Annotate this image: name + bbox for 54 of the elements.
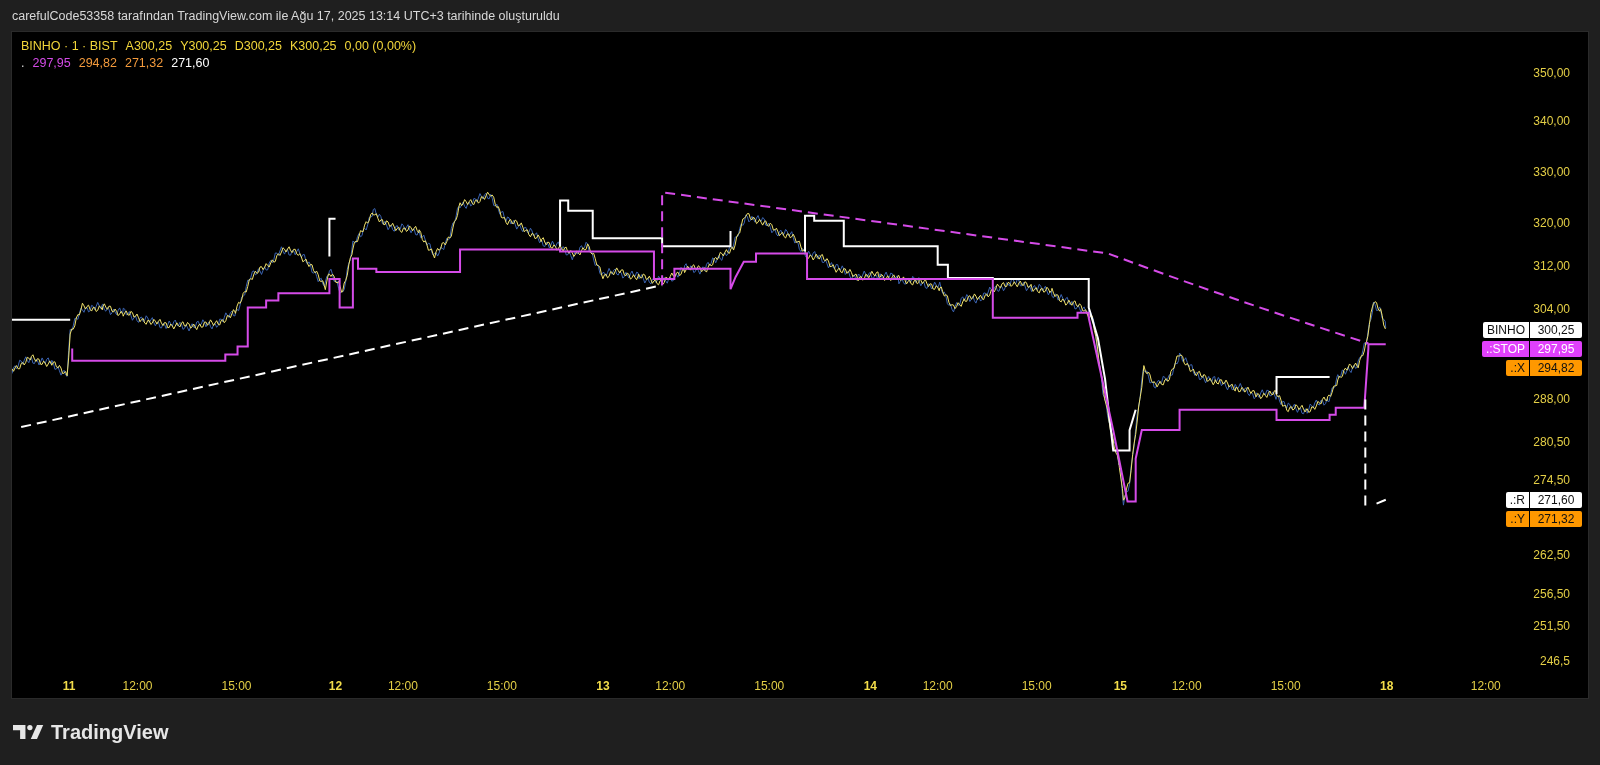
time-tick: 12:00 [655,678,686,693]
price-tick: 330,00 [1533,164,1570,179]
price-tick: 320,00 [1533,215,1570,230]
series-name-tag: .:Y [1506,510,1529,527]
price-tick: 246,5 [1539,653,1570,668]
series-name-tag: .:R [1505,491,1529,508]
time-tick: 15:00 [486,678,517,693]
price-tick: 274,50 [1533,473,1570,488]
time-tick: 12:00 [122,678,153,693]
price-tick: 280,50 [1533,435,1570,450]
price-tick: 262,50 [1533,547,1570,562]
price-tag: 297,95 [1530,341,1582,358]
price-tick: 350,00 [1533,65,1570,80]
logo-icon [13,723,45,741]
ohlc-value: D300,25 [234,39,282,53]
time-tick: 12 [328,678,343,693]
logo-wordmark: TradingView [51,720,169,744]
time-tick: 15:00 [1270,678,1301,693]
time-tick: 18 [1380,678,1394,693]
price-tick: 251,50 [1533,619,1570,634]
time-tick: 15:00 [221,678,252,693]
ohlc-value: 0,00 (0,00%) [344,39,417,53]
price-tag: 300,25 [1530,322,1582,339]
time-tick: 15 [1113,678,1128,693]
time-tick: 12:00 [387,678,418,693]
time-tick: 15:00 [1021,678,1052,693]
time-tick: 13 [596,678,610,693]
price-tick: 304,00 [1533,301,1570,316]
symbol-title: BINHO · 1 · BIST [21,39,118,53]
series-name-tag: BINHO [1483,322,1529,339]
time-tick: 14 [863,678,877,693]
snapshot-caption: carefulCode53358 tarafından TradingView.com ile Ağu 17, 2025 13:14 UTC+3 tarihinde oluşturuldu [12,8,560,23]
indicator-value: 297,95 [32,56,71,70]
ohlc-value: A300,25 [125,39,173,53]
series-name-tag: .:STOP [1481,341,1529,358]
time-tick: 15:00 [754,678,785,693]
price-tick: 340,00 [1533,113,1570,128]
ohlc-value: Y300,25 [180,39,227,53]
price-tag: 294,82 [1530,359,1582,376]
indicator-value: 271,32 [124,56,164,70]
price-tick: 288,00 [1533,392,1570,407]
price-tag: 271,60 [1530,491,1582,508]
price-tag: 271,32 [1530,510,1582,527]
time-tick: 11 [62,678,76,693]
series-name-tag: .:X [1506,359,1529,376]
time-tick: 12:00 [922,678,953,693]
indicator-value: 271,60 [171,56,210,70]
price-tick: 312,00 [1533,258,1570,273]
time-tick: 12:00 [1171,678,1202,693]
price-tick: 256,50 [1533,587,1570,602]
ohlc-value: K300,25 [289,39,337,53]
indicator-dot: . [21,56,25,70]
time-tick: 12:00 [1470,678,1501,693]
indicator-value: 294,82 [78,56,117,70]
